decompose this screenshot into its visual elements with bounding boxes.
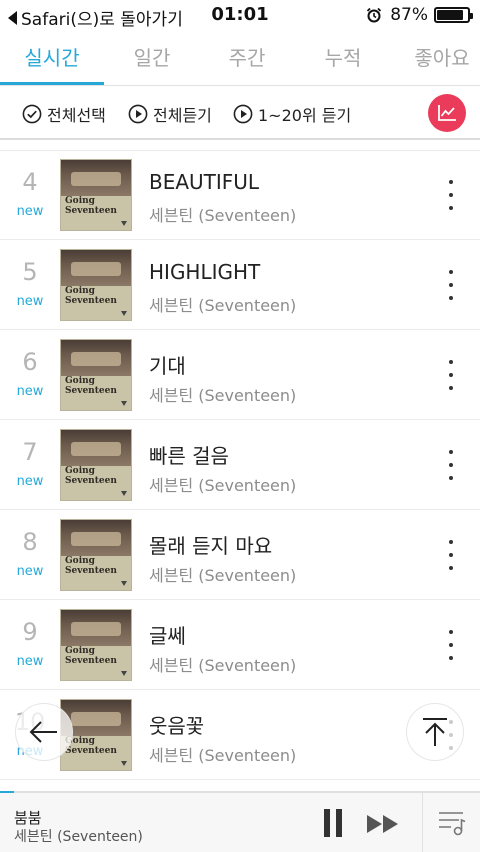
album-cover[interactable]: Going Seventeen: [60, 249, 132, 321]
play-circle-icon: [128, 104, 148, 124]
now-playing-artist: 세븐틴 (Seventeen): [14, 829, 143, 845]
status-bar: Safari(으)로 돌아가기 01:01 87%: [0, 0, 480, 30]
playback-progress: [0, 791, 480, 793]
more-options-button[interactable]: [446, 270, 456, 300]
album-title-line2: Seventeen: [65, 296, 117, 306]
play-circle-icon: [233, 104, 253, 124]
battery-icon: [434, 7, 473, 23]
new-badge: new: [16, 384, 44, 399]
album-cover[interactable]: Going Seventeen: [60, 159, 132, 231]
select-all-label: 전체선택: [47, 106, 106, 125]
alarm-icon: [367, 7, 382, 23]
new-badge: new: [16, 654, 44, 669]
more-options-button[interactable]: [446, 450, 456, 480]
new-badge: new: [16, 204, 44, 219]
scroll-top-button[interactable]: [406, 703, 464, 761]
tab-cumulative[interactable]: 누적: [295, 42, 391, 71]
mini-player[interactable]: 붐붐 세븐틴 (Seventeen): [0, 791, 480, 852]
song-row[interactable]: 8 new Going Seventeen 몰래 듣지 마요세븐틴 (Seventeen…: [0, 510, 480, 600]
album-title-line1: Going: [65, 286, 95, 296]
more-options-button[interactable]: [446, 180, 456, 210]
song-artist: 세븐틴 (Seventeen): [149, 476, 297, 495]
song-rank: 9: [22, 618, 38, 646]
pause-button[interactable]: [322, 809, 344, 837]
album-title-line1: Going: [65, 376, 95, 386]
song-title: 글쎄: [149, 624, 186, 648]
tab-realtime[interactable]: 실시간: [4, 42, 100, 71]
album-cover[interactable]: Going Seventeen: [60, 339, 132, 411]
song-rank: 8: [22, 528, 38, 556]
pause-icon: [324, 809, 330, 837]
playlist-icon: [438, 812, 465, 836]
song-artist: 세븐틴 (Seventeen): [149, 566, 297, 585]
check-circle-icon: [22, 104, 42, 124]
active-tab-indicator: [0, 82, 104, 85]
more-options-button[interactable]: [446, 360, 456, 390]
song-title: BEAUTIFUL: [149, 170, 260, 194]
song-row[interactable]: 4 new Going Seventeen BEAUTIFUL 세븐틴 (Seventee…: [0, 150, 480, 240]
tab-weekly[interactable]: 주간: [199, 42, 295, 71]
song-artist: 세븐틴 (Seventeen): [149, 746, 297, 765]
song-row[interactable]: 9 new Going Seventeen 글쎄세븐틴 (Seventeen): [0, 600, 480, 690]
chart-period-tabs: 실시간 일간 주간 누적 좋아요: [0, 30, 480, 86]
status-indicators: 87%: [366, 5, 473, 25]
arrow-to-top-icon: [423, 718, 447, 746]
album-title-line1: Going: [65, 196, 95, 206]
album-title-line2: Seventeen: [65, 656, 117, 666]
arrow-left-icon: [29, 721, 57, 743]
playlist-button[interactable]: [422, 793, 480, 852]
album-title-line2: Seventeen: [65, 746, 117, 756]
album-cover[interactable]: Going Seventeen: [60, 609, 132, 681]
more-options-button[interactable]: [446, 540, 456, 570]
song-artist: 세븐틴 (Seventeen): [149, 386, 297, 405]
chart-graph-button[interactable]: [428, 94, 466, 132]
next-button[interactable]: [366, 813, 400, 835]
song-rank: 4: [22, 168, 38, 196]
song-artist: 세븐틴 (Seventeen): [149, 296, 297, 315]
song-rank: 6: [22, 348, 38, 376]
song-rank: 5: [22, 258, 38, 286]
album-title-line2: Seventeen: [65, 386, 117, 396]
album-title-line2: Seventeen: [65, 476, 117, 486]
tab-daily[interactable]: 일간: [104, 42, 200, 71]
song-title: 기대: [149, 354, 186, 378]
song-artist: 세븐틴 (Seventeen): [149, 656, 297, 675]
song-title: 몰래 듣지 마요: [149, 534, 273, 558]
new-badge: new: [16, 564, 44, 579]
more-options-button[interactable]: [446, 630, 456, 660]
line-chart-icon: [438, 105, 456, 121]
back-float-button[interactable]: [15, 703, 73, 761]
list-toolbar: 전체선택 전체듣기 1~20위 듣기: [0, 86, 480, 140]
song-row[interactable]: 5 new Going Seventeen HIGHLIGHT 세븐틴 (Seventee…: [0, 240, 480, 330]
play-range-button[interactable]: 1~20위 듣기: [233, 102, 351, 126]
album-title-line2: Seventeen: [65, 206, 117, 216]
new-badge: new: [16, 474, 44, 489]
song-row[interactable]: 7 new Going Seventeen 빠른 걸음세븐틴 (Seventeen): [0, 420, 480, 510]
album-title-line2: Seventeen: [65, 566, 117, 576]
new-badge: new: [16, 294, 44, 309]
play-all-button[interactable]: 전체듣기: [128, 102, 212, 126]
album-cover[interactable]: Going Seventeen: [60, 519, 132, 591]
play-range-label: 1~20위 듣기: [258, 106, 352, 125]
song-title: HIGHLIGHT: [149, 260, 261, 284]
now-playing-title: 붐붐: [14, 809, 42, 827]
tab-likes[interactable]: 좋아요: [394, 42, 480, 71]
album-title-line1: Going: [65, 556, 95, 566]
song-rank: 7: [22, 438, 38, 466]
song-title: 빠른 걸음: [149, 444, 229, 468]
song-artist: 세븐틴 (Seventeen): [149, 206, 297, 225]
album-title-line1: Going: [65, 466, 95, 476]
battery-percent: 87%: [390, 5, 428, 25]
select-all-button[interactable]: 전체선택: [22, 102, 106, 126]
play-all-label: 전체듣기: [153, 106, 212, 125]
song-row[interactable]: 6 new Going Seventeen 기대세븐틴 (Seventeen): [0, 330, 480, 420]
song-title: 웃음꽃: [149, 714, 205, 738]
album-cover[interactable]: Going Seventeen: [60, 429, 132, 501]
album-title-line1: Going: [65, 646, 95, 656]
